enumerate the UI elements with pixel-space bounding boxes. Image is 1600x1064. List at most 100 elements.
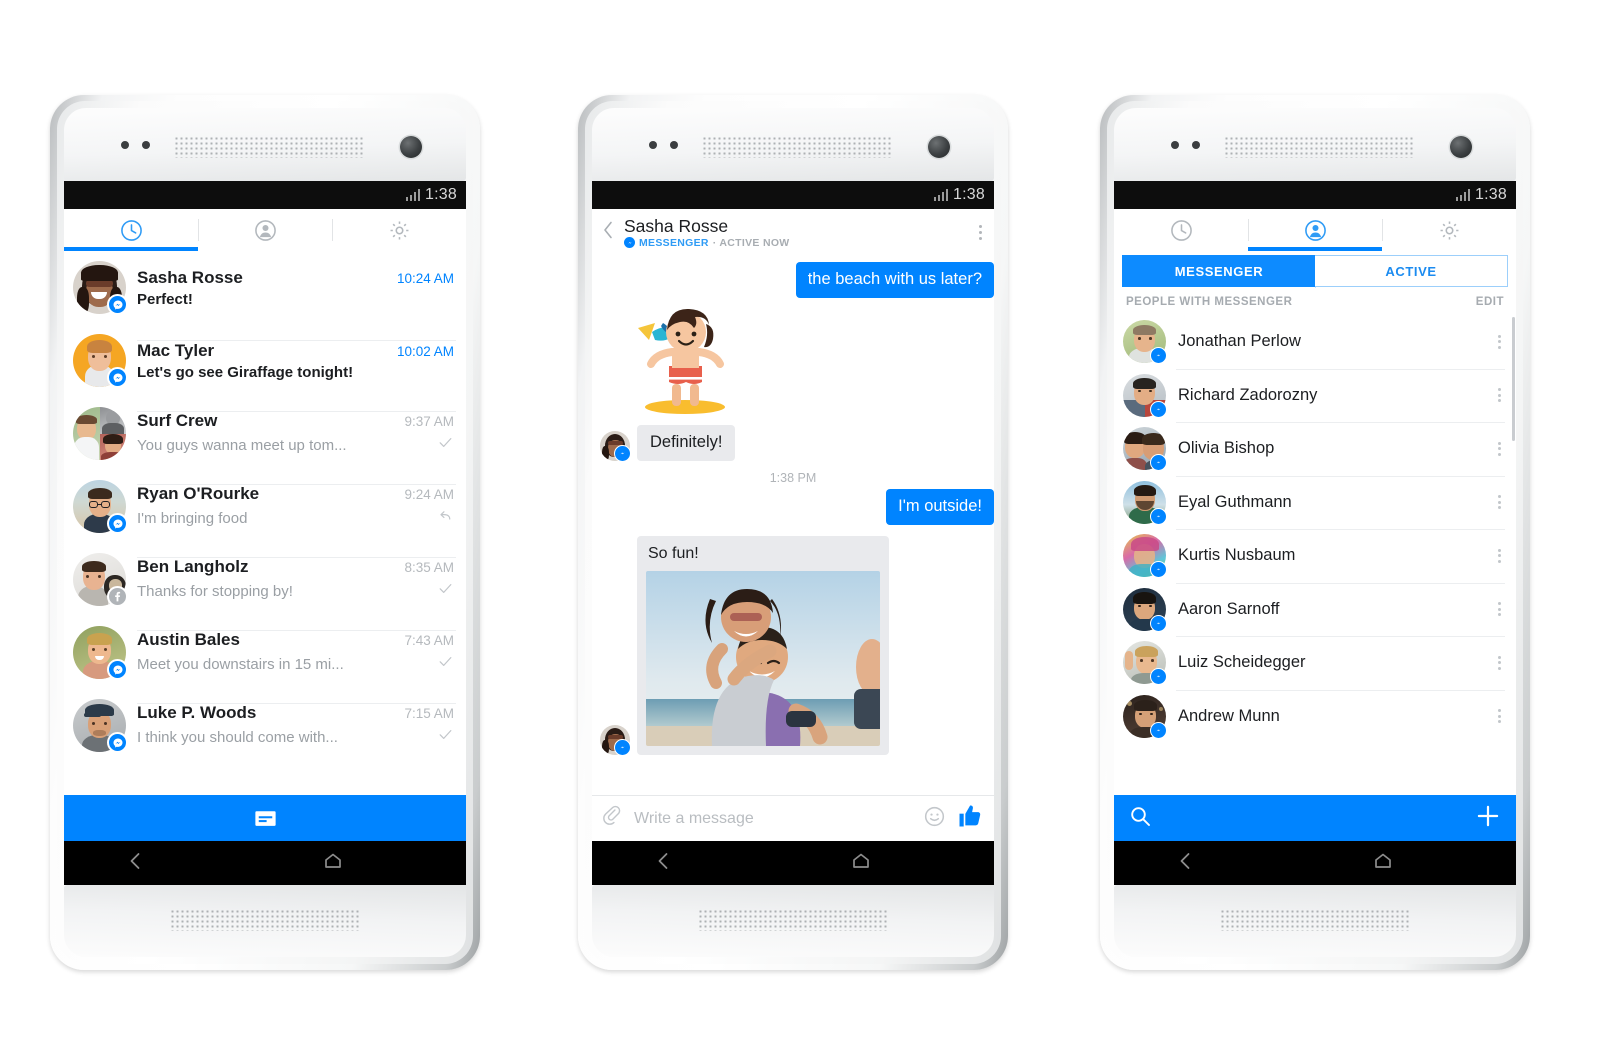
- tab-settings[interactable]: [1382, 209, 1516, 251]
- add-contact-button[interactable]: [1474, 802, 1502, 835]
- android-home-button[interactable]: [1371, 849, 1395, 878]
- delivered-check-icon: [437, 726, 454, 748]
- avatar: [1123, 480, 1167, 525]
- android-back-button[interactable]: [652, 849, 676, 878]
- contact-row[interactable]: Kurtis Nusbaum: [1114, 529, 1516, 583]
- earpiece-grille: [702, 136, 892, 158]
- conversation-list[interactable]: Sasha Rosse 10:24 AM Perfect! Mac Tyler …: [64, 251, 466, 795]
- clock-icon: [1170, 219, 1192, 241]
- search-button[interactable]: [1128, 804, 1152, 833]
- contact-row[interactable]: Olivia Bishop: [1114, 422, 1516, 476]
- row-divider: [1176, 422, 1505, 423]
- android-home-button[interactable]: [321, 849, 345, 878]
- messenger-badge-icon: [614, 739, 631, 756]
- android-home-button[interactable]: [849, 849, 873, 878]
- bottom-speaker-grille: [698, 909, 888, 931]
- surfer-sticker: [638, 308, 725, 414]
- contact-row[interactable]: Luiz Scheidegger: [1114, 636, 1516, 690]
- tab-contacts[interactable]: [198, 209, 332, 251]
- contact-row[interactable]: Andrew Munn: [1114, 689, 1516, 744]
- emoji-button[interactable]: [923, 805, 946, 833]
- android-nav-bar-1: [64, 841, 466, 885]
- contacts-section-header: PEOPLE WITH MESSENGER EDIT: [1114, 287, 1516, 315]
- bottom-speaker-grille: [1220, 909, 1410, 931]
- like-button[interactable]: [956, 802, 984, 835]
- android-home-icon: [853, 853, 869, 868]
- android-back-icon: [658, 852, 668, 869]
- message-row-outgoing: I'm outside!: [600, 489, 994, 525]
- signal-bars-icon: [1455, 189, 1471, 201]
- photo-message-card[interactable]: So fun!: [637, 536, 889, 755]
- compose-message-button[interactable]: [64, 795, 466, 841]
- sensor-dots-icon: [649, 141, 678, 149]
- contact-name: Jonathan Perlow: [1178, 332, 1301, 351]
- android-back-button[interactable]: [1174, 849, 1198, 878]
- phone-device-3: 1:38 MESSENGER ACTIVE PEOPLE WITH MESSEN…: [1100, 95, 1530, 970]
- contact-row[interactable]: Richard Zadorozny: [1114, 368, 1516, 423]
- conversation-row[interactable]: Ryan O'Rourke 9:24 AM I'm bringing food: [64, 470, 466, 543]
- message-bubble-outgoing: the beach with us later?: [795, 262, 994, 298]
- messenger-badge-icon: [107, 294, 128, 315]
- tab-settings[interactable]: [332, 209, 466, 251]
- smiley-icon: [924, 806, 945, 826]
- messenger-badge-icon: [107, 367, 128, 388]
- phone-top-bezel-3: [1114, 108, 1516, 181]
- contact-menu-button[interactable]: [1494, 650, 1505, 676]
- android-back-button[interactable]: [124, 849, 148, 878]
- contact-row[interactable]: Eyal Guthmann: [1114, 475, 1516, 530]
- delivered-check-icon: [437, 580, 454, 602]
- contact-row[interactable]: Aaron Sarnoff: [1114, 582, 1516, 637]
- edit-button[interactable]: EDIT: [1476, 296, 1504, 308]
- contact-menu-button[interactable]: [1494, 596, 1505, 622]
- contacts-list[interactable]: Jonathan Perlow Richard Zadorozny Olivia…: [1114, 315, 1516, 795]
- message-thread[interactable]: the beach with us later? Definitely! 1:3…: [592, 255, 994, 795]
- android-nav-bar-2: [592, 841, 994, 885]
- contact-menu-button[interactable]: [1494, 436, 1505, 462]
- contact-row[interactable]: Jonathan Perlow: [1114, 315, 1516, 369]
- phone-bottom-bezel-2: [592, 885, 994, 957]
- back-chevron-button[interactable]: [596, 219, 620, 246]
- conversation-row[interactable]: Sasha Rosse 10:24 AM Perfect!: [64, 251, 466, 324]
- message-row-outgoing: the beach with us later?: [600, 262, 994, 298]
- status-clock: 1:38: [425, 186, 457, 203]
- contact-menu-button[interactable]: [1494, 703, 1505, 729]
- conversation-row[interactable]: Mac Tyler 10:02 AM Let's go see Giraffag…: [64, 324, 466, 397]
- conversation-row[interactable]: Austin Bales 7:43 AM Meet you downstairs…: [64, 616, 466, 689]
- gear-icon: [390, 221, 408, 239]
- compose-message-icon: [254, 810, 276, 826]
- contact-menu-button[interactable]: [1494, 543, 1505, 569]
- message-bubble-incoming: Definitely!: [637, 425, 736, 461]
- messenger-badge-icon: [1150, 668, 1167, 686]
- person-icon: [254, 219, 276, 241]
- contact-menu-button[interactable]: [1494, 489, 1505, 515]
- avatar: [73, 699, 128, 753]
- conversation-time: 10:24 AM: [396, 270, 454, 286]
- conversation-row[interactable]: Ben Langholz 8:35 AM Thanks for stopping…: [64, 543, 466, 616]
- segment-active[interactable]: ACTIVE: [1315, 255, 1508, 287]
- message-input[interactable]: Write a message: [634, 810, 913, 828]
- conversation-row[interactable]: Luke P. Woods 7:15 AM I think you should…: [64, 689, 466, 762]
- messenger-app-1: Sasha Rosse 10:24 AM Perfect! Mac Tyler …: [64, 209, 466, 841]
- conversation-name: Mac Tyler: [137, 340, 215, 360]
- segment-messenger[interactable]: MESSENGER: [1122, 255, 1331, 288]
- attach-button[interactable]: [602, 805, 624, 832]
- tab-recents[interactable]: [64, 209, 198, 251]
- contact-menu-button[interactable]: [1494, 329, 1505, 355]
- thread-title-block: Sasha Rosse MESSENGER · ACTIVE NOW: [624, 216, 975, 249]
- conversation-snippet: You guys wanna meet up tom...: [137, 436, 347, 454]
- screenshot-root: 1:38 Sasha Rosse 10:24 AM Perfect! Mac T…: [0, 0, 1600, 1064]
- conversation-name: Luke P. Woods: [137, 703, 257, 722]
- messenger-badge-icon: [1150, 561, 1167, 579]
- overflow-menu-button[interactable]: [975, 219, 986, 246]
- conversation-row[interactable]: Surf Crew 9:37 AM You guys wanna meet up…: [64, 397, 466, 470]
- messenger-badge-icon: [614, 445, 631, 462]
- signal-bars-icon: [405, 189, 421, 201]
- tab-contacts[interactable]: [1248, 209, 1382, 251]
- conversation-name: Austin Bales: [137, 630, 240, 649]
- person-icon: [1304, 219, 1326, 241]
- contact-menu-button[interactable]: [1494, 382, 1505, 408]
- conversation-time: 9:37 AM: [404, 414, 454, 429]
- conversation-name: Ben Langholz: [137, 557, 249, 576]
- tab-recents[interactable]: [1114, 209, 1248, 251]
- phone-screen-1: 1:38 Sasha Rosse 10:24 AM Perfect! Mac T…: [64, 181, 466, 885]
